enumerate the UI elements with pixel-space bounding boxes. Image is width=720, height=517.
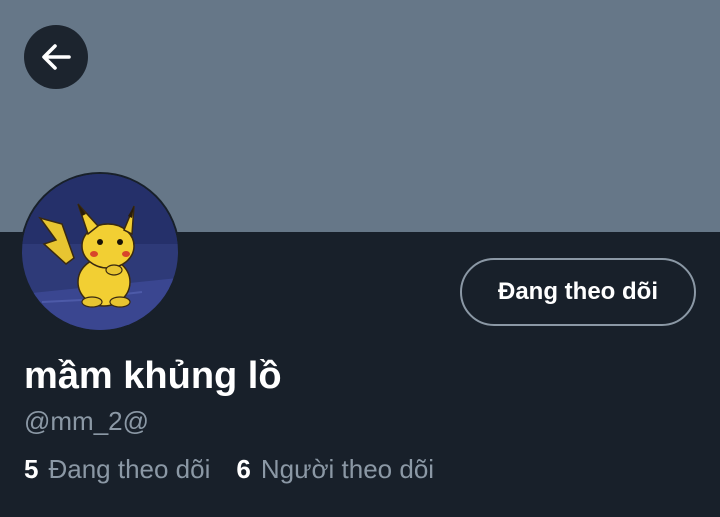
pikachu-avatar (22, 174, 178, 330)
followers-count: 6 (236, 454, 251, 484)
display-name: mầm khủng lồ (24, 355, 282, 397)
followers-stat[interactable]: 6 Người theo dõi (236, 452, 434, 486)
followers-label: Người theo dõi (260, 454, 435, 484)
username-handle: @mm_2@ (24, 406, 150, 436)
profile-page: Đang theo dõi mầm khủng lồ @mm_2@ 5 Đang… (0, 0, 720, 517)
back-button[interactable] (24, 25, 88, 89)
avatar[interactable] (20, 172, 180, 332)
arrow-left-icon (42, 44, 71, 70)
following-stat[interactable]: 5 Đang theo dõi (24, 452, 210, 486)
following-count: 5 (24, 454, 39, 484)
following-button[interactable]: Đang theo dõi (460, 258, 696, 326)
following-label: Đang theo dõi (48, 454, 211, 484)
profile-stats: 5 Đang theo dõi 6 Người theo dõi (24, 452, 434, 486)
